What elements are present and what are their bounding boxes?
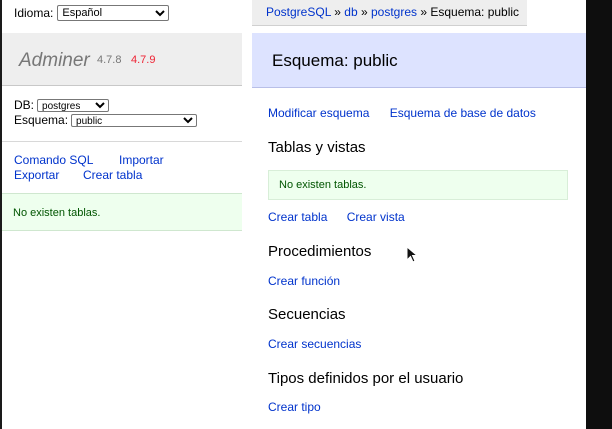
import-link[interactable]: Importar [119,153,164,168]
language-selector: Idioma: Español [14,5,170,21]
no-tables-notice: No existen tablas. [2,193,242,231]
app-name-link[interactable]: Adminer [19,50,90,72]
language-select[interactable]: Español [57,5,170,21]
page-title-bar: Esquema: public [252,33,586,88]
table-actions: Crear tabla Crear vista [268,210,405,224]
create-type-link[interactable]: Crear tipo [268,400,321,414]
type-actions: Crear tipo [268,400,321,414]
create-table-main-link[interactable]: Crear tabla [268,210,327,224]
db-schema-form: DB: postgres Esquema: public [14,98,198,127]
menu-links: Comando SQL Importar Exportar Crear tabl… [14,153,164,183]
language-label: Idioma: [14,6,54,20]
sequence-actions: Crear secuencias [268,337,361,351]
breadcrumb-database[interactable]: postgres [371,5,417,19]
sql-command-link[interactable]: Comando SQL [14,153,119,168]
procedures-heading: Procedimientos [268,243,372,260]
alter-schema-link[interactable]: Modificar esquema [268,106,369,120]
create-table-link[interactable]: Crear tabla [83,168,142,183]
breadcrumb: PostgreSQL » db » postgres » Esquema: pu… [252,0,528,26]
tables-empty-text: No existen tablas. [279,179,367,191]
procedure-actions: Crear función [268,274,340,288]
create-function-link[interactable]: Crear función [268,274,340,288]
create-view-link[interactable]: Crear vista [347,210,405,224]
db-label: DB: [14,98,35,112]
schema-select[interactable]: public [71,113,198,127]
mouse-cursor-icon [406,246,419,263]
db-select[interactable]: postgres [37,98,110,112]
page-title: Esquema: public [272,51,398,70]
schema-label: Esquema: [14,113,69,127]
breadcrumb-server[interactable]: db [344,5,357,19]
database-schema-link[interactable]: Esquema de base de datos [390,106,536,120]
sequences-heading: Secuencias [268,306,346,323]
logo-bar: Adminer 4.7.8 4.7.9 [2,33,242,86]
tables-heading: Tablas y vistas [268,139,366,156]
sidebar-menu: Idioma: Español Adminer 4.7.8 4.7.9 DB: … [2,0,242,429]
breadcrumb-current: Esquema: public [430,5,520,19]
version-label: 4.7.8 [97,54,122,66]
window-right-edge [586,0,612,429]
new-version-link[interactable]: 4.7.9 [131,54,155,66]
create-sequence-link[interactable]: Crear secuencias [268,337,361,351]
export-link[interactable]: Exportar [14,168,83,183]
no-tables-text: No existen tablas. [13,207,101,219]
tables-empty-notice: No existen tablas. [268,170,568,200]
schema-links: Modificar esquema Esquema de base de dat… [268,106,536,120]
user-types-heading: Tipos definidos por el usuario [268,370,464,387]
menu-divider [2,141,242,142]
breadcrumb-driver[interactable]: PostgreSQL [266,5,331,19]
